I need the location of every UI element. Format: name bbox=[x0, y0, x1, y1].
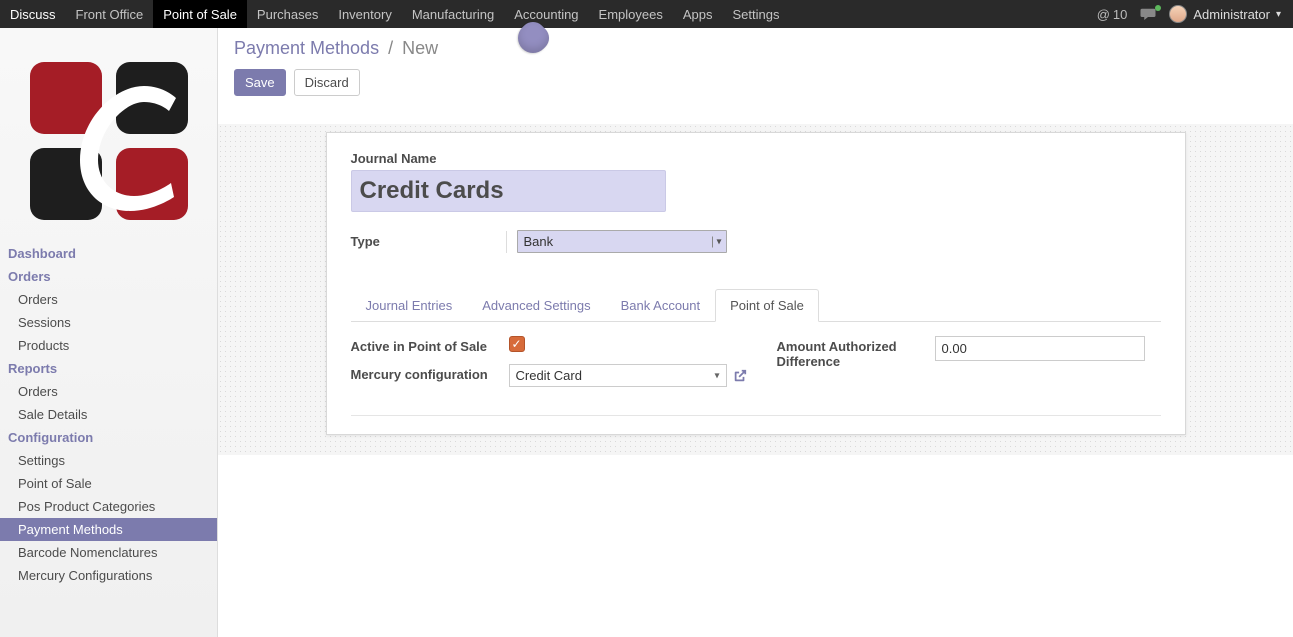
sheet-divider bbox=[351, 415, 1161, 416]
sidebar-item-pos-categories[interactable]: Pos Product Categories bbox=[0, 495, 217, 518]
mercury-select-value: Credit Card bbox=[516, 368, 582, 383]
mail-count-value: 10 bbox=[1113, 7, 1127, 22]
nav-apps[interactable]: Apps bbox=[673, 0, 723, 28]
breadcrumb-sep: / bbox=[384, 38, 397, 58]
mercury-select[interactable]: Credit Card ▾ bbox=[509, 364, 727, 387]
journal-name-input[interactable] bbox=[351, 170, 666, 212]
col-divider bbox=[506, 231, 507, 253]
nav-manufacturing[interactable]: Manufacturing bbox=[402, 0, 504, 28]
mail-indicator[interactable]: @ 10 bbox=[1097, 7, 1128, 22]
type-select[interactable]: Bank ▾ bbox=[517, 230, 727, 253]
type-label: Type bbox=[351, 230, 509, 249]
external-link-icon[interactable] bbox=[733, 369, 747, 383]
chat-online-dot bbox=[1155, 5, 1161, 11]
form-sheet: Journal Name Type Bank ▾ Jo bbox=[326, 132, 1186, 435]
discard-button[interactable]: Discard bbox=[294, 69, 360, 96]
chevron-down-icon: ▾ bbox=[1276, 9, 1281, 20]
action-bar: Save Discard bbox=[218, 59, 1293, 112]
nav-employees[interactable]: Employees bbox=[589, 0, 673, 28]
pos-right-col: Amount Authorized Difference bbox=[777, 336, 1161, 397]
tab-pane-pos: Active in Point of Sale ✓ Mercury config… bbox=[351, 322, 1161, 397]
sidebar-item-pos[interactable]: Point of Sale bbox=[0, 472, 217, 495]
top-nav-left: Discuss Front Office Point of Sale Purch… bbox=[0, 0, 789, 28]
sidebar-item-orders[interactable]: Orders bbox=[0, 288, 217, 311]
logo-wrap bbox=[0, 28, 217, 242]
breadcrumb-current: New bbox=[402, 38, 438, 58]
sidebar: Dashboard Orders Orders Sessions Product… bbox=[0, 28, 218, 637]
sidebar-item-products[interactable]: Products bbox=[0, 334, 217, 357]
active-pos-line: Active in Point of Sale ✓ bbox=[351, 336, 747, 354]
tab-point-of-sale[interactable]: Point of Sale bbox=[715, 289, 819, 322]
sidebar-item-sessions[interactable]: Sessions bbox=[0, 311, 217, 334]
sidebar-item-mercury-configs[interactable]: Mercury Configurations bbox=[0, 564, 217, 587]
amount-diff-line: Amount Authorized Difference bbox=[777, 336, 1161, 369]
mercury-line: Mercury configuration Credit Card ▾ bbox=[351, 364, 747, 387]
nav-accounting[interactable]: Accounting bbox=[504, 0, 588, 28]
chat-icon[interactable] bbox=[1139, 7, 1157, 21]
journal-name-label: Journal Name bbox=[351, 151, 1161, 166]
sidebar-section-dashboard[interactable]: Dashboard bbox=[0, 242, 217, 265]
sidebar-section-reports[interactable]: Reports bbox=[0, 357, 217, 380]
sidebar-item-report-orders[interactable]: Orders bbox=[0, 380, 217, 403]
top-nav: Discuss Front Office Point of Sale Purch… bbox=[0, 0, 1293, 28]
chevron-down-icon: ▾ bbox=[714, 370, 719, 381]
tab-journal-entries[interactable]: Journal Entries bbox=[351, 289, 468, 322]
mercury-label: Mercury configuration bbox=[351, 364, 509, 382]
tab-bank-account[interactable]: Bank Account bbox=[606, 289, 716, 322]
sidebar-section-configuration[interactable]: Configuration bbox=[0, 426, 217, 449]
user-name: Administrator bbox=[1193, 7, 1270, 22]
active-pos-label: Active in Point of Sale bbox=[351, 336, 509, 354]
sidebar-item-sale-details[interactable]: Sale Details bbox=[0, 403, 217, 426]
sidebar-item-settings[interactable]: Settings bbox=[0, 449, 217, 472]
sidebar-section-orders[interactable]: Orders bbox=[0, 265, 217, 288]
sidebar-item-barcode-nomenclatures[interactable]: Barcode Nomenclatures bbox=[0, 541, 217, 564]
sidebar-item-payment-methods[interactable]: Payment Methods bbox=[0, 518, 217, 541]
main: Payment Methods / New Save Discard Journ… bbox=[218, 28, 1293, 637]
nav-point-of-sale[interactable]: Point of Sale bbox=[153, 0, 247, 28]
avatar bbox=[1169, 5, 1187, 23]
nav-purchases[interactable]: Purchases bbox=[247, 0, 328, 28]
chevron-down-icon: ▾ bbox=[712, 236, 721, 247]
save-button[interactable]: Save bbox=[234, 69, 286, 96]
nav-discuss[interactable]: Discuss bbox=[0, 0, 66, 28]
type-row: Type Bank ▾ bbox=[351, 230, 1161, 253]
main-inner: Payment Methods / New Save Discard Journ… bbox=[218, 28, 1293, 455]
breadcrumb-parent[interactable]: Payment Methods bbox=[234, 38, 379, 58]
user-menu[interactable]: Administrator ▾ bbox=[1169, 5, 1281, 23]
amount-diff-input[interactable] bbox=[935, 336, 1145, 361]
breadcrumb: Payment Methods / New bbox=[218, 28, 1293, 59]
tab-advanced-settings[interactable]: Advanced Settings bbox=[467, 289, 605, 322]
content-wrap: Dashboard Orders Orders Sessions Product… bbox=[0, 28, 1293, 637]
nav-front-office[interactable]: Front Office bbox=[66, 0, 154, 28]
active-pos-checkbox[interactable]: ✓ bbox=[509, 336, 525, 352]
app-logo bbox=[24, 56, 194, 226]
at-icon: @ bbox=[1097, 7, 1110, 22]
sheet-wrapper: Journal Name Type Bank ▾ Jo bbox=[218, 112, 1293, 455]
pos-left-col: Active in Point of Sale ✓ Mercury config… bbox=[351, 336, 747, 397]
tabs: Journal Entries Advanced Settings Bank A… bbox=[351, 289, 1161, 322]
nav-inventory[interactable]: Inventory bbox=[328, 0, 401, 28]
amount-diff-label: Amount Authorized Difference bbox=[777, 336, 935, 369]
type-select-value: Bank bbox=[524, 234, 554, 249]
nav-settings[interactable]: Settings bbox=[723, 0, 790, 28]
top-nav-right: @ 10 Administrator ▾ bbox=[1097, 0, 1293, 28]
